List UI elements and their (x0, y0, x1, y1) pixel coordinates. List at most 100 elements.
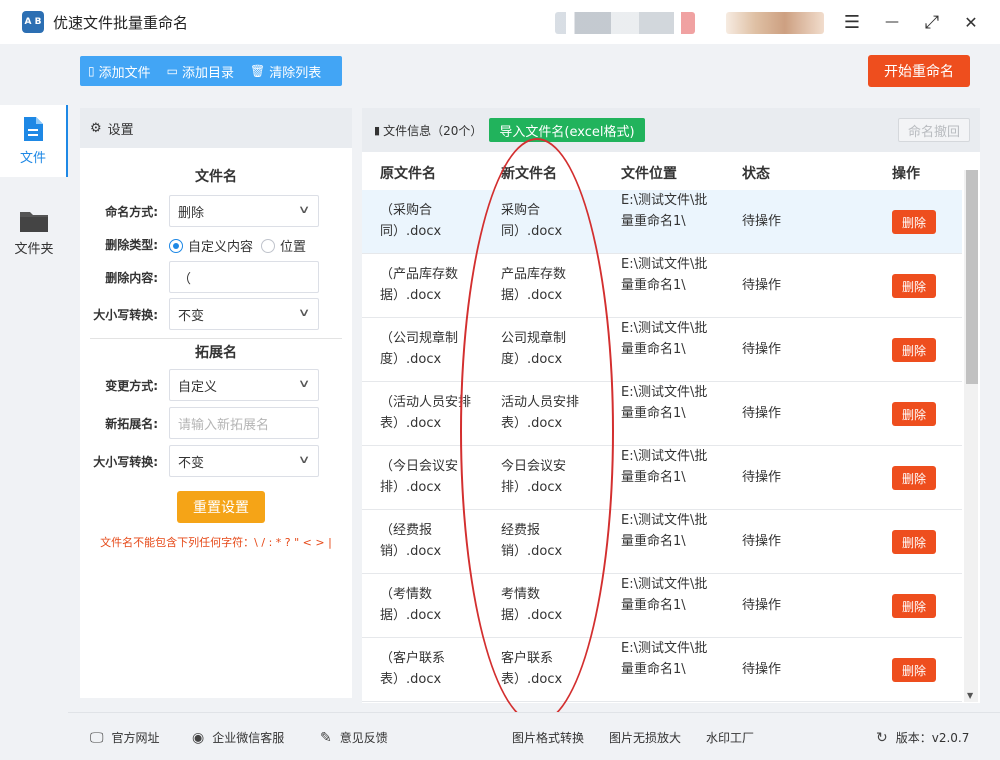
ext-case-label: 大小写转换: (93, 454, 158, 469)
delete-row-button[interactable]: 删除 (892, 338, 936, 362)
scrollbar-thumb[interactable] (966, 170, 978, 384)
original-name-cell: （经费报销）.docx (380, 523, 442, 559)
delete-row-button[interactable]: 删除 (892, 530, 936, 554)
document-icon (24, 117, 43, 141)
ext-case-value: 不变 (178, 455, 205, 471)
table-row[interactable]: （采购合同）.docx 采购合同）.docx E:\测试文件\批量重命名1\ 待… (362, 190, 962, 254)
delete-row-button[interactable]: 删除 (892, 210, 936, 234)
version-info: ↻ 版本：v2.0.7 (876, 729, 969, 746)
chat-icon: ◉ (192, 729, 205, 746)
add-directory-label: 添加目录 (181, 65, 234, 81)
table-scrollbar[interactable]: ▼ (964, 170, 978, 702)
delete-type-label: 删除类型: (105, 237, 158, 252)
table-row[interactable]: （经费报销）.docx 经费报销）.docx E:\测试文件\批量重命名1\ 待… (362, 510, 962, 574)
col-action: 操作 (892, 166, 920, 182)
location-cell: E:\测试文件\批量重命名1\ (621, 577, 708, 613)
table-row[interactable]: （产品库存数据）.docx 产品库存数据）.docx E:\测试文件\批量重命名… (362, 254, 962, 318)
original-name-cell: （客户联系表）.docx (380, 651, 446, 687)
table-row[interactable]: （客户联系表）.docx 客户联系表）.docx E:\测试文件\批量重命名1\… (362, 638, 962, 702)
filename-warning: 文件名不能包含下列任何字符：\ / : * ? " < > | (100, 536, 332, 549)
case-label: 大小写转换: (93, 307, 158, 322)
footer: 🖵 官方网址 ◉ 企业微信客服 ✎ 意见反馈 图片格式转换 图片无损放大 水印工… (68, 712, 1000, 760)
file-info-count: 文件信息（20个） (383, 124, 483, 138)
folder-icon (20, 212, 48, 232)
nav-item-folder[interactable]: 文件夹 (0, 197, 68, 269)
table-row[interactable]: （公司规章制度）.docx 公司规章制度）.docx E:\测试文件\批量重命名… (362, 318, 962, 382)
minimize-button[interactable]: — (880, 10, 904, 34)
status-cell: 待操作 (742, 598, 782, 613)
case-value: 不变 (178, 308, 205, 324)
add-directory-button[interactable]: ▭ 添加目录 (159, 56, 242, 86)
delete-row-button[interactable]: 删除 (892, 466, 936, 490)
maximize-button[interactable]: ⤢ (920, 10, 944, 34)
case-row: 大小写转换: 不变 ∨ (80, 298, 352, 330)
location-cell: E:\测试文件\批量重命名1\ (621, 641, 708, 677)
clear-list-button[interactable]: 🗑 清除列表 (242, 56, 329, 86)
nav-item-file[interactable]: 文件 (0, 105, 68, 177)
start-rename-button[interactable]: 开始重命名 (868, 55, 970, 87)
radio-unchecked-icon (261, 238, 276, 253)
close-button[interactable]: ✕ (959, 10, 983, 34)
table-row[interactable]: （考情数据）.docx 考情数据）.docx E:\测试文件\批量重命名1\ 待… (362, 574, 962, 638)
original-name-cell: （今日会议安排）.docx (380, 459, 459, 495)
change-mode-value: 自定义 (178, 379, 218, 395)
menu-icon[interactable]: ☰ (840, 10, 864, 34)
new-ext-input[interactable]: 请输入新拓展名 (169, 407, 319, 439)
add-file-button[interactable]: ▯ 添加文件 (80, 56, 159, 86)
naming-mode-label: 命名方式: (105, 204, 158, 219)
location-cell: E:\测试文件\批量重命名1\ (621, 385, 708, 421)
settings-title: 设置 (107, 122, 134, 138)
status-cell: 待操作 (742, 406, 782, 421)
app-title: 优速文件批量重命名 (53, 13, 189, 32)
status-cell: 待操作 (742, 534, 782, 549)
location-cell: E:\测试文件\批量重命名1\ (621, 193, 708, 229)
undo-rename-button[interactable]: 命名撤回 (898, 118, 970, 142)
change-mode-select[interactable]: 自定义 ∨ (169, 369, 319, 401)
website-link[interactable]: 🖵 官方网址 (90, 729, 160, 746)
radio-custom-content[interactable]: 自定义内容 (169, 236, 253, 255)
original-name-cell: （产品库存数据）.docx (380, 267, 459, 303)
chevron-down-icon: ∨ (297, 377, 311, 390)
delete-row-button[interactable]: 删除 (892, 402, 936, 426)
new-ext-row: 新拓展名: 请输入新拓展名 (80, 407, 352, 439)
trash-icon: 🗑 (249, 64, 266, 78)
case-select[interactable]: 不变 ∨ (169, 298, 319, 330)
delete-content-input[interactable]: （ (169, 261, 319, 293)
delete-content-label: 删除内容: (105, 270, 158, 285)
image-enlarge-link[interactable]: 图片无损放大 (609, 729, 681, 746)
table-row[interactable]: （今日会议安排）.docx 今日会议安排）.docx E:\测试文件\批量重命名… (362, 446, 962, 510)
file-info-title: ▮ 文件信息（20个） (374, 122, 482, 139)
feedback-label: 意见反馈 (339, 731, 388, 745)
version-label: 版本：v2.0.7 (895, 731, 970, 745)
status-cell: 待操作 (742, 278, 782, 293)
status-cell: 待操作 (742, 342, 782, 357)
image-convert-link[interactable]: 图片格式转换 (512, 729, 584, 746)
import-excel-button[interactable]: 导入文件名(excel格式) (489, 118, 645, 142)
website-label: 官方网址 (111, 731, 160, 745)
feedback-link[interactable]: ✎ 意见反馈 (320, 729, 388, 746)
wechat-service-link[interactable]: ◉ 企业微信客服 (192, 729, 284, 746)
table-row[interactable]: （活动人员安排表）.docx 活动人员安排表）.docx E:\测试文件\批量重… (362, 382, 962, 446)
ext-case-row: 大小写转换: 不变 ∨ (80, 445, 352, 477)
blurred-account-info (555, 12, 695, 34)
original-name-cell: （活动人员安排表）.docx (380, 395, 472, 431)
delete-row-button[interactable]: 删除 (892, 658, 936, 682)
delete-row-button[interactable]: 删除 (892, 274, 936, 298)
gear-icon: ⚙ (90, 120, 102, 136)
scroll-down-icon[interactable]: ▼ (967, 691, 973, 700)
radio-position[interactable]: 位置 (261, 236, 306, 255)
location-cell: E:\测试文件\批量重命名1\ (621, 257, 708, 293)
naming-mode-row: 命名方式: 删除 ∨ (80, 195, 352, 227)
col-location: 文件位置 (621, 166, 677, 182)
watermark-link[interactable]: 水印工厂 (706, 729, 754, 746)
ext-case-select[interactable]: 不变 ∨ (169, 445, 319, 477)
filename-section-title: 文件名 (195, 169, 237, 185)
nav-file-label: 文件 (19, 151, 46, 166)
reset-settings-button[interactable]: 重置设置 (177, 491, 265, 523)
naming-mode-select[interactable]: 删除 ∨ (169, 195, 319, 227)
chevron-down-icon: ∨ (297, 203, 311, 216)
delete-row-button[interactable]: 删除 (892, 594, 936, 618)
radio-position-label: 位置 (280, 240, 307, 255)
folder-icon: ▭ (166, 64, 178, 78)
settings-header: ⚙ 设置 (80, 108, 352, 148)
